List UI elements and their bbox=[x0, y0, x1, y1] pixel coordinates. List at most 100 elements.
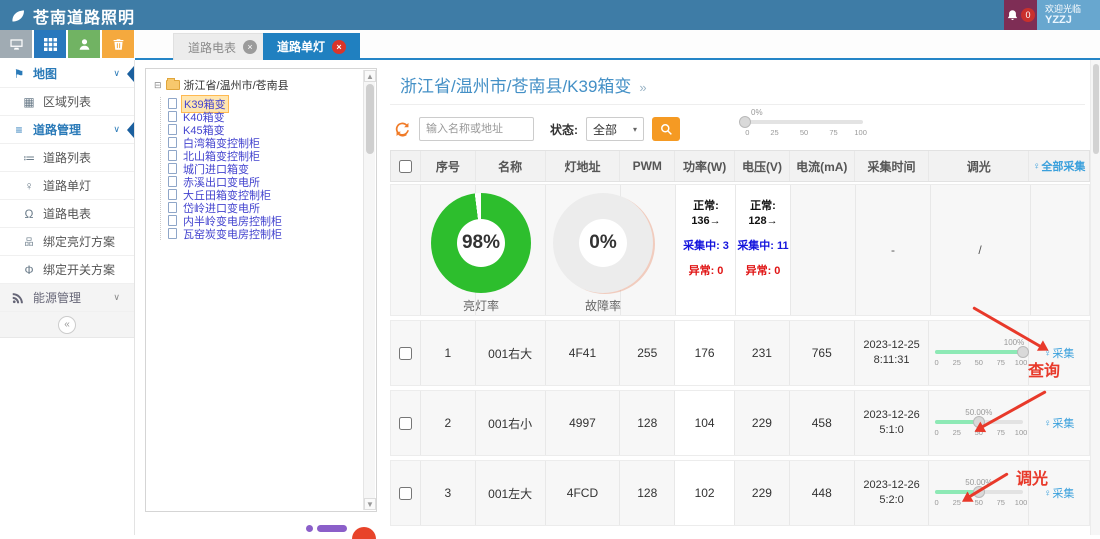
tab-label: 道路单灯 bbox=[277, 38, 325, 55]
time-placeholder: - bbox=[891, 243, 895, 257]
caret-down-icon: ▾ bbox=[633, 125, 637, 134]
sidebar-item-bind-switch-plan[interactable]: Ф 绑定开关方案 bbox=[0, 256, 134, 284]
sidebar-item-road-management[interactable]: ≡ 道路管理 ∨ bbox=[0, 116, 134, 144]
collapse-node-icon[interactable]: ⊟ bbox=[154, 80, 162, 91]
main-scrollbar[interactable] bbox=[1090, 60, 1100, 535]
power-value: 176 bbox=[675, 321, 735, 385]
collect-all-button[interactable]: ♀全部采集 bbox=[1033, 158, 1086, 174]
collect-button[interactable]: ♀采集 bbox=[1044, 415, 1075, 431]
annotation-dim-label: 调光 bbox=[1016, 465, 1048, 489]
voltage-stats: 正常:128→ 采集中: 11 异常: 0 bbox=[721, 199, 805, 279]
app-title: 苍南道路照明 bbox=[33, 4, 135, 28]
user-icon bbox=[78, 38, 91, 51]
sidebar-nav: ⚑ 地图 ∨ ▦ 区域列表 ≡ 道路管理 ∨ ≔ 道路列表 ♀ 道路单灯 Ω 道… bbox=[0, 60, 135, 535]
tab-bar: 道路电表 × 道路单灯 × bbox=[135, 30, 1100, 60]
user-button[interactable] bbox=[68, 30, 100, 58]
lamp-table: 序号 名称 灯地址 PWM 功率(W) 电压(V) 电流(mA) 采集时间 调光… bbox=[390, 150, 1090, 526]
master-dimming-slider[interactable]: 0% 0255075100 bbox=[745, 108, 863, 140]
slider-handle[interactable] bbox=[739, 116, 751, 128]
file-icon bbox=[168, 124, 177, 135]
desktop-button[interactable] bbox=[0, 30, 32, 58]
col-name: 名称 bbox=[476, 151, 546, 181]
current-value: 458 bbox=[790, 391, 855, 455]
collect-button[interactable]: ♀采集 bbox=[1044, 485, 1075, 501]
annotation-query-label: 查询 bbox=[1028, 357, 1060, 381]
power-value: 102 bbox=[675, 461, 735, 525]
row-checkbox[interactable] bbox=[399, 417, 412, 430]
purple-dot-widget bbox=[306, 525, 313, 532]
pwm-value: 128 bbox=[620, 391, 675, 455]
sidebar-item-road-list[interactable]: ≔ 道路列表 bbox=[0, 144, 134, 172]
file-icon bbox=[168, 163, 177, 174]
status-select[interactable]: 全部 ▾ bbox=[586, 117, 644, 141]
sidebar-item-energy-management[interactable]: 能源管理 ∨ bbox=[0, 284, 134, 312]
lamp-icon: ♀ bbox=[22, 179, 36, 193]
collect-time: 2023-12-265:1:0 bbox=[863, 408, 919, 438]
slider-track[interactable] bbox=[745, 120, 863, 124]
sidebar-item-road-meter[interactable]: Ω 道路电表 bbox=[0, 200, 134, 228]
current-value: 448 bbox=[790, 461, 855, 525]
lamp-icon: ♀ bbox=[1033, 161, 1041, 172]
lamp-name: 001左大 bbox=[476, 461, 546, 525]
col-time: 采集时间 bbox=[855, 151, 930, 181]
lamp-address: 4997 bbox=[546, 391, 621, 455]
file-icon bbox=[168, 111, 177, 122]
user-menu[interactable]: 欢迎光临 YZZJ bbox=[1037, 0, 1100, 30]
row-index: 2 bbox=[421, 391, 476, 455]
pwm-value: 255 bbox=[620, 321, 675, 385]
trash-button[interactable] bbox=[102, 30, 134, 58]
sidebar-item-bind-lighting-plan[interactable]: 品 绑定亮灯方案 bbox=[0, 228, 134, 256]
table-header-row: 序号 名称 灯地址 PWM 功率(W) 电压(V) 电流(mA) 采集时间 调光… bbox=[390, 150, 1090, 182]
select-all-checkbox[interactable] bbox=[399, 160, 412, 173]
dimming-slider[interactable]: 50.00% 0255075100 bbox=[935, 478, 1023, 510]
tree-scrollbar[interactable]: ▲ ▼ bbox=[363, 70, 375, 510]
dimming-slider[interactable]: 100% 0255075100 bbox=[935, 338, 1023, 370]
row-checkbox[interactable] bbox=[399, 487, 412, 500]
region-list-icon: ▦ bbox=[22, 95, 36, 109]
voltage-value: 231 bbox=[735, 321, 790, 385]
fault-rate-percent: 0% bbox=[589, 232, 616, 254]
search-input[interactable] bbox=[419, 117, 534, 141]
refresh-icon[interactable] bbox=[394, 121, 411, 138]
power-icon: Ф bbox=[22, 263, 36, 277]
lamp-address: 4F41 bbox=[546, 321, 621, 385]
lamp-address: 4FCD bbox=[546, 461, 621, 525]
purple-bar-widget bbox=[317, 525, 347, 532]
pwm-value: 128 bbox=[620, 461, 675, 525]
file-icon bbox=[168, 189, 177, 200]
col-current: 电流(mA) bbox=[790, 151, 855, 181]
slider-value-label: 0% bbox=[751, 108, 763, 117]
file-icon bbox=[168, 150, 177, 161]
sidebar-item-map[interactable]: ⚑ 地图 ∨ bbox=[0, 60, 134, 88]
tab-road-lamp[interactable]: 道路单灯 × bbox=[263, 33, 360, 60]
table-row: 3 001左大 4FCD 128 102 229 448 2023-12-265… bbox=[390, 460, 1090, 526]
sidebar-item-region-list[interactable]: ▦ 区域列表 bbox=[0, 88, 134, 116]
chevron-down-icon: ∨ bbox=[113, 292, 120, 303]
scroll-up-icon[interactable]: ▲ bbox=[364, 70, 376, 82]
sidebar-item-road-lamp[interactable]: ♀ 道路单灯 bbox=[0, 172, 134, 200]
tab-road-meter[interactable]: 道路电表 × bbox=[173, 33, 272, 60]
slider-handle[interactable] bbox=[1017, 346, 1029, 358]
collapse-sidebar-button[interactable]: « bbox=[58, 316, 76, 334]
scrollbar-thumb[interactable] bbox=[1093, 64, 1099, 154]
meter-icon: Ω bbox=[22, 207, 36, 221]
collect-time: 2023-12-258:11:31 bbox=[863, 338, 919, 368]
slider-track[interactable] bbox=[935, 350, 1023, 354]
breadcrumb[interactable]: 浙江省/温州市/苍南县/K39箱变» bbox=[400, 72, 647, 97]
notifications-button[interactable]: 0 bbox=[1004, 0, 1037, 30]
tree-root-node[interactable]: ⊟ 浙江省/温州市/苍南县 bbox=[146, 69, 376, 97]
close-icon[interactable]: × bbox=[243, 40, 257, 54]
close-icon[interactable]: × bbox=[332, 40, 346, 54]
file-icon bbox=[168, 228, 177, 239]
row-checkbox[interactable] bbox=[399, 347, 412, 360]
notification-badge: 0 bbox=[1021, 8, 1035, 22]
chat-widget-partial[interactable] bbox=[352, 527, 376, 539]
tree-node[interactable]: 瓦窑炭变电房控制柜 bbox=[161, 227, 376, 240]
rss-icon bbox=[12, 292, 26, 304]
scrollbar-thumb[interactable] bbox=[366, 84, 374, 154]
apps-button[interactable] bbox=[34, 30, 66, 58]
scroll-down-icon[interactable]: ▼ bbox=[364, 498, 376, 510]
search-button[interactable] bbox=[652, 117, 680, 141]
tab-label: 道路电表 bbox=[188, 39, 236, 56]
app-logo: 苍南道路照明 bbox=[10, 4, 135, 28]
